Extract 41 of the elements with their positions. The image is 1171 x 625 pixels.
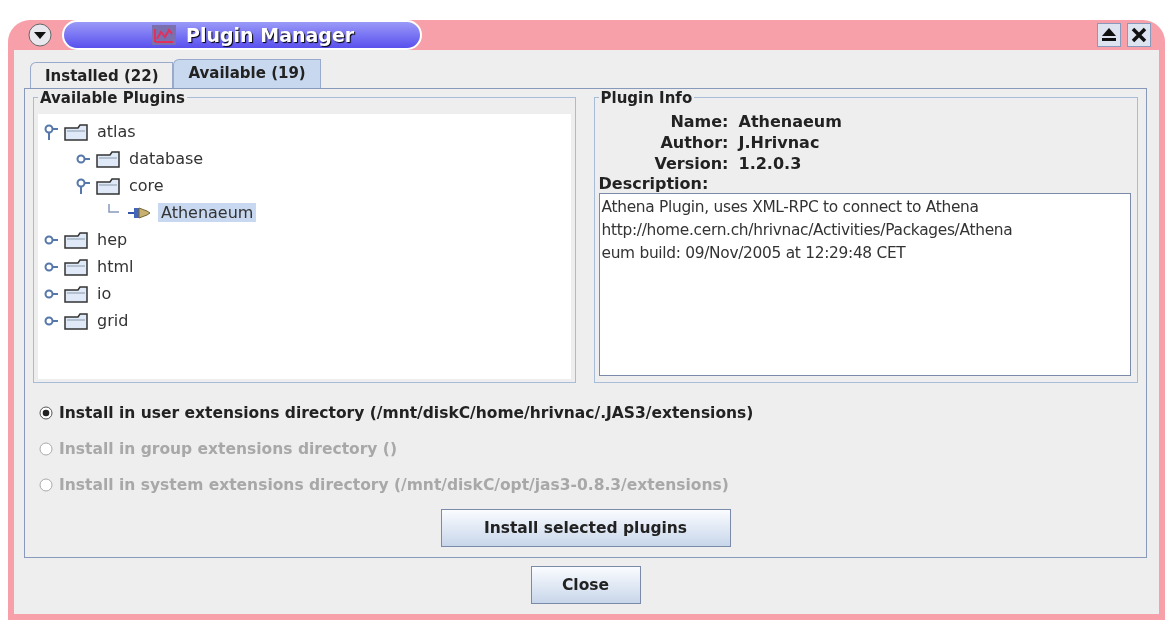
folder-icon	[96, 149, 120, 168]
tree-item[interactable]: html	[94, 257, 137, 276]
description-label: Description:	[598, 174, 710, 193]
option-label[interactable]: Install in user extensions directory (/mnt/diskC/home/hrivnac/.JAS3/extensions)	[59, 404, 754, 422]
field-label: Name:	[669, 112, 729, 131]
tree-item[interactable]: hep	[94, 230, 131, 249]
field-value: Athenaeum	[738, 112, 843, 131]
tree-connector	[108, 204, 119, 213]
field-value: J.Hrivnac	[738, 133, 821, 152]
close-button[interactable]: Close	[530, 566, 641, 604]
description-line: http://home.cern.ch/hrivnac/Activities/Packages/Athena	[601, 220, 1014, 241]
folder-icon	[64, 122, 88, 141]
field-label: Author:	[659, 133, 729, 152]
folder-icon	[96, 176, 120, 195]
eject-icon[interactable]	[1097, 23, 1121, 47]
collapse-handle-icon[interactable]	[44, 123, 58, 140]
chart-icon	[152, 25, 176, 45]
window-menu-icon[interactable]	[28, 23, 52, 47]
folder-icon	[64, 230, 88, 249]
description-line: eum build: 09/Nov/2005 at 12:29:48 CET	[601, 243, 907, 264]
group-title: Plugin Info	[598, 89, 695, 107]
tree-item[interactable]: grid	[94, 311, 132, 330]
folder-icon	[64, 284, 88, 303]
field-value: 1.2.0.3	[738, 154, 803, 173]
install-button[interactable]: Install selected plugins	[440, 509, 731, 547]
folder-icon	[64, 257, 88, 276]
tree-item[interactable]: io	[94, 284, 115, 303]
window-title: Plugin Manager	[186, 24, 355, 46]
field-label: Version:	[653, 154, 729, 173]
radio-button[interactable]	[39, 406, 53, 420]
description-line: Athena Plugin, uses XML-RPC to connect to Athena	[601, 197, 980, 218]
close-icon[interactable]	[1127, 23, 1151, 47]
group-title: Available Plugins	[38, 89, 187, 107]
tree-item[interactable]: atlas	[94, 122, 139, 141]
tree-item[interactable]: core	[126, 176, 167, 195]
folder-icon	[64, 311, 88, 330]
tree-item[interactable]: Athenaeum	[158, 203, 257, 222]
tab[interactable]: Installed (22)	[30, 62, 174, 88]
tab[interactable]: Available (19)	[173, 59, 321, 88]
tree-item[interactable]: database	[126, 149, 207, 168]
collapse-handle-icon[interactable]	[76, 177, 90, 194]
